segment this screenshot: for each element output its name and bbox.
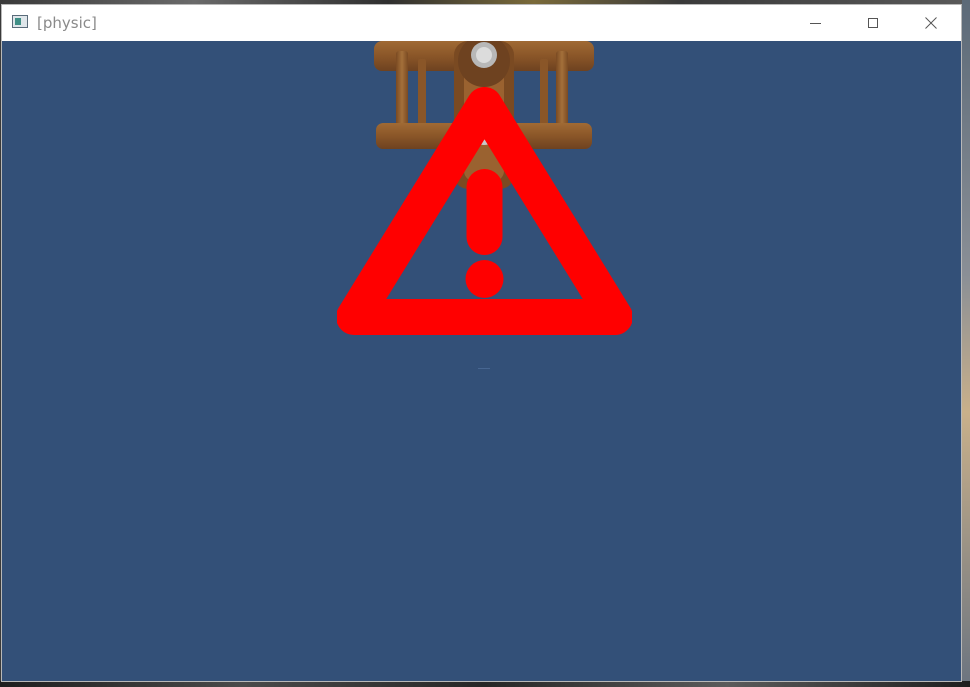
title-bar[interactable]: [physic] <box>2 5 961 41</box>
desktop-edge-right <box>962 0 970 687</box>
maximize-button[interactable] <box>844 5 902 41</box>
maximize-icon <box>868 18 878 28</box>
close-icon <box>925 17 937 29</box>
window-title: [physic] <box>37 14 97 32</box>
minimize-button[interactable] <box>786 5 844 41</box>
ground-marker <box>478 368 490 369</box>
app-icon <box>12 15 28 28</box>
close-button[interactable] <box>902 5 960 41</box>
app-window: [physic] <box>1 4 962 682</box>
warning-triangle-icon <box>337 87 632 335</box>
game-viewport[interactable] <box>2 41 961 681</box>
minimize-icon <box>809 22 821 24</box>
